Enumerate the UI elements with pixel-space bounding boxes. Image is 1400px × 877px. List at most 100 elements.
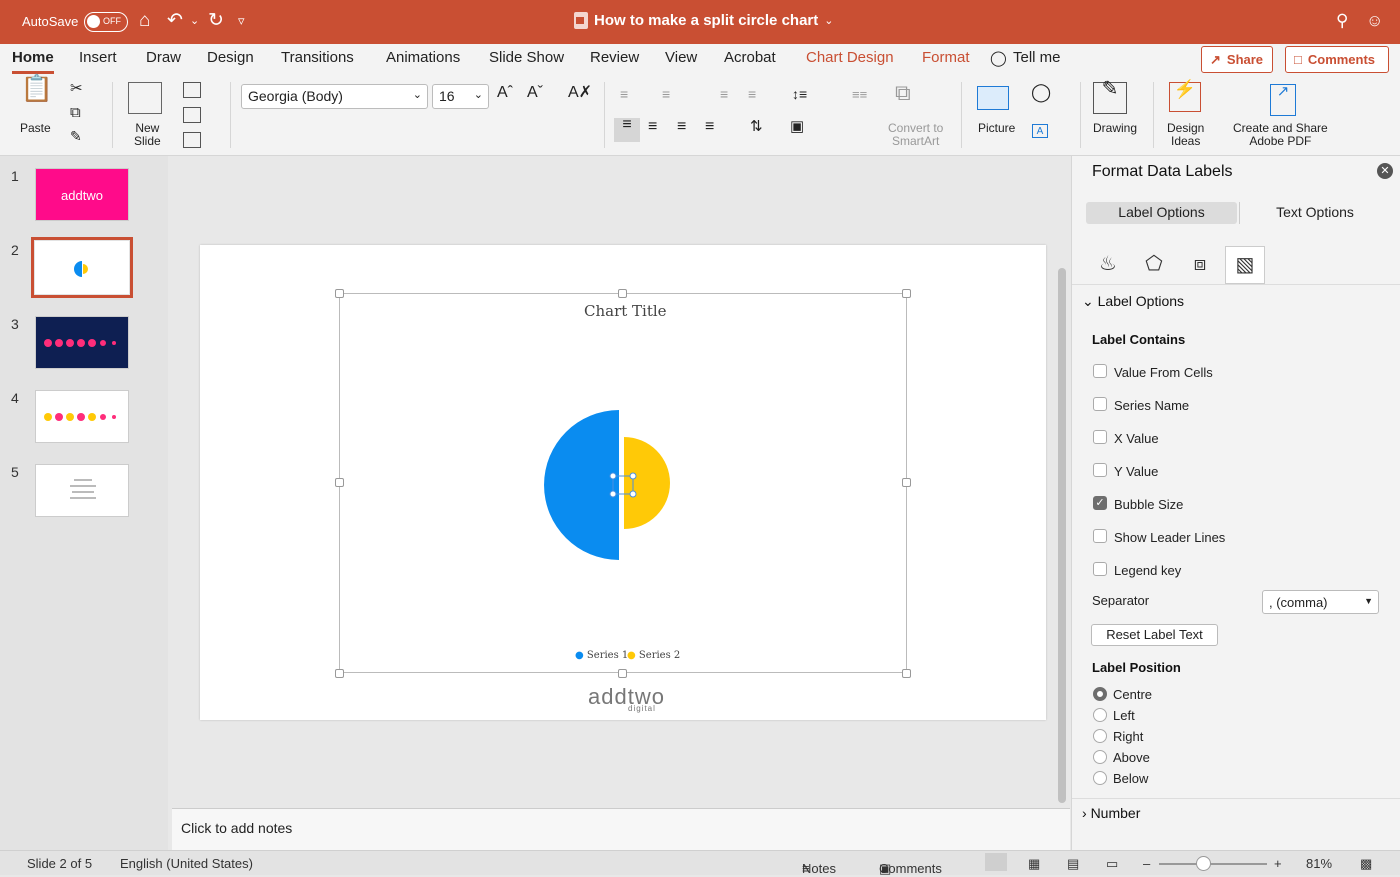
- design-ideas-button[interactable]: Design Ideas: [1167, 122, 1204, 148]
- tab-acrobat[interactable]: Acrobat: [724, 49, 776, 66]
- resize-handle[interactable]: [335, 289, 344, 298]
- comments-button[interactable]: □ Comments: [1285, 46, 1389, 73]
- legend-key-checkbox[interactable]: [1093, 562, 1107, 576]
- increase-font-icon[interactable]: Aˆ: [497, 85, 513, 101]
- tab-label-options[interactable]: Label Options: [1086, 202, 1237, 224]
- decrease-indent-icon[interactable]: ≡: [720, 87, 728, 101]
- tab-transitions[interactable]: Transitions: [281, 49, 354, 66]
- numbering-icon[interactable]: ≡: [662, 87, 670, 101]
- tab-chart-design[interactable]: Chart Design: [806, 49, 894, 66]
- bar-chart-icon[interactable]: ▧: [1225, 246, 1265, 284]
- right-radio[interactable]: [1093, 729, 1107, 743]
- resize-handle[interactable]: [902, 289, 911, 298]
- resize-handle[interactable]: [618, 669, 627, 678]
- shapes-icon[interactable]: ◯: [1031, 83, 1051, 101]
- label-handle[interactable]: [609, 490, 617, 498]
- tab-home[interactable]: Home: [12, 49, 54, 74]
- align-text-icon[interactable]: ▣: [790, 119, 804, 134]
- clipboard-icon[interactable]: 📋: [18, 75, 56, 114]
- legend-item-series-2[interactable]: ● Series 2: [627, 650, 680, 661]
- reset-icon[interactable]: [183, 107, 201, 123]
- redo-icon[interactable]: ↻: [208, 10, 224, 32]
- share-button[interactable]: ↗ Share: [1201, 46, 1273, 73]
- resize-handle[interactable]: [618, 289, 627, 298]
- new-slide-button[interactable]: New Slide: [134, 122, 161, 148]
- zoom-slider-knob[interactable]: [1196, 856, 1211, 871]
- scissors-icon[interactable]: ✂: [70, 81, 83, 96]
- series-2-half-circle[interactable]: [624, 437, 670, 529]
- home-icon[interactable]: ⌂: [139, 10, 150, 32]
- align-left-icon[interactable]: ≡: [614, 117, 640, 142]
- x-value-checkbox[interactable]: [1093, 430, 1107, 444]
- line-spacing-icon[interactable]: ↕≡: [792, 87, 807, 101]
- slideshow-icon[interactable]: ▭: [1106, 856, 1118, 872]
- bullets-icon[interactable]: ≡: [620, 87, 628, 101]
- autosave-toggle[interactable]: OFF: [84, 12, 128, 32]
- below-radio[interactable]: [1093, 771, 1107, 785]
- language[interactable]: English (United States): [120, 856, 253, 871]
- section-icon[interactable]: [183, 132, 201, 148]
- notes-area[interactable]: Click to add notes: [172, 808, 1070, 850]
- columns-icon[interactable]: ≡≡: [852, 88, 867, 101]
- create-pdf-icon[interactable]: ↗: [1270, 84, 1296, 116]
- zoom-slider[interactable]: [1159, 863, 1267, 865]
- centre-radio[interactable]: [1093, 687, 1107, 701]
- label-handle[interactable]: [609, 472, 617, 480]
- series-name-checkbox[interactable]: [1093, 397, 1107, 411]
- tab-view[interactable]: View: [665, 49, 697, 66]
- paste-button[interactable]: Paste: [20, 122, 51, 135]
- undo-icon[interactable]: ↶: [167, 10, 183, 32]
- series-1-half-circle[interactable]: [544, 410, 619, 560]
- tab-review[interactable]: Review: [590, 49, 639, 66]
- show-leader-lines-checkbox[interactable]: [1093, 529, 1107, 543]
- slide-thumbnail-5[interactable]: [35, 464, 129, 517]
- copy-icon[interactable]: ⧉: [70, 105, 81, 120]
- smiley-icon[interactable]: ☺: [1366, 10, 1383, 32]
- slide-thumbnail-2[interactable]: [31, 237, 133, 298]
- clear-formatting-icon[interactable]: A✗: [568, 85, 592, 101]
- picture-button[interactable]: Picture: [978, 122, 1015, 135]
- zoom-out-icon[interactable]: –: [1143, 856, 1150, 871]
- tab-design[interactable]: Design: [207, 49, 254, 66]
- convert-smartart-button[interactable]: Convert to SmartArt: [888, 122, 943, 148]
- left-radio[interactable]: [1093, 708, 1107, 722]
- drawing-icon[interactable]: ✎: [1093, 79, 1127, 114]
- tab-format[interactable]: Format: [922, 49, 970, 66]
- reset-label-text-button[interactable]: Reset Label Text: [1091, 624, 1218, 646]
- label-options-section[interactable]: ⌄ Label Options: [1082, 293, 1184, 310]
- drawing-button[interactable]: Drawing: [1093, 122, 1137, 135]
- label-handle[interactable]: [629, 490, 637, 498]
- resize-handle[interactable]: [335, 478, 344, 487]
- slide-thumbnail-3[interactable]: [35, 316, 129, 369]
- slide-thumbnail-4[interactable]: [35, 390, 129, 443]
- slide-sorter-icon[interactable]: ▦: [1028, 856, 1040, 872]
- tab-animations[interactable]: Animations: [386, 49, 460, 66]
- font-name-select[interactable]: Georgia (Body) ⌄: [241, 84, 428, 109]
- y-value-checkbox[interactable]: [1093, 463, 1107, 477]
- chart-title[interactable]: Chart Title: [584, 302, 667, 320]
- justify-icon[interactable]: ≡: [705, 119, 714, 135]
- size-properties-icon[interactable]: ⧈: [1182, 246, 1218, 282]
- tab-insert[interactable]: Insert: [79, 49, 117, 66]
- decrease-font-icon[interactable]: Aˇ: [527, 85, 543, 101]
- new-slide-icon[interactable]: [128, 82, 162, 114]
- above-radio[interactable]: [1093, 750, 1107, 764]
- label-handle[interactable]: [629, 472, 637, 480]
- separator-select[interactable]: , (comma) ▼: [1262, 590, 1379, 614]
- paint-bucket-icon[interactable]: ♨: [1090, 246, 1126, 282]
- tab-slide-show[interactable]: Slide Show: [489, 49, 564, 66]
- legend-item-series-1[interactable]: ● Series 1: [575, 650, 628, 661]
- value-from-cells-checkbox[interactable]: [1093, 364, 1107, 378]
- document-title[interactable]: How to make a split circle chart ⌄: [574, 12, 833, 29]
- fit-to-window-icon[interactable]: ▩: [1360, 856, 1372, 872]
- smartart-icon[interactable]: ⧉: [895, 82, 911, 104]
- align-right-icon[interactable]: ≡: [677, 119, 686, 135]
- picture-icon[interactable]: [977, 86, 1009, 110]
- reading-view-icon[interactable]: ▤: [1067, 856, 1079, 872]
- design-ideas-icon[interactable]: ⚡: [1169, 80, 1201, 112]
- resize-handle[interactable]: [902, 669, 911, 678]
- vertical-scrollbar[interactable]: [1058, 268, 1066, 803]
- bubble-size-checkbox[interactable]: ✓: [1093, 496, 1107, 510]
- font-size-select[interactable]: 16 ⌄: [432, 84, 489, 109]
- split-circle-chart[interactable]: [540, 405, 680, 565]
